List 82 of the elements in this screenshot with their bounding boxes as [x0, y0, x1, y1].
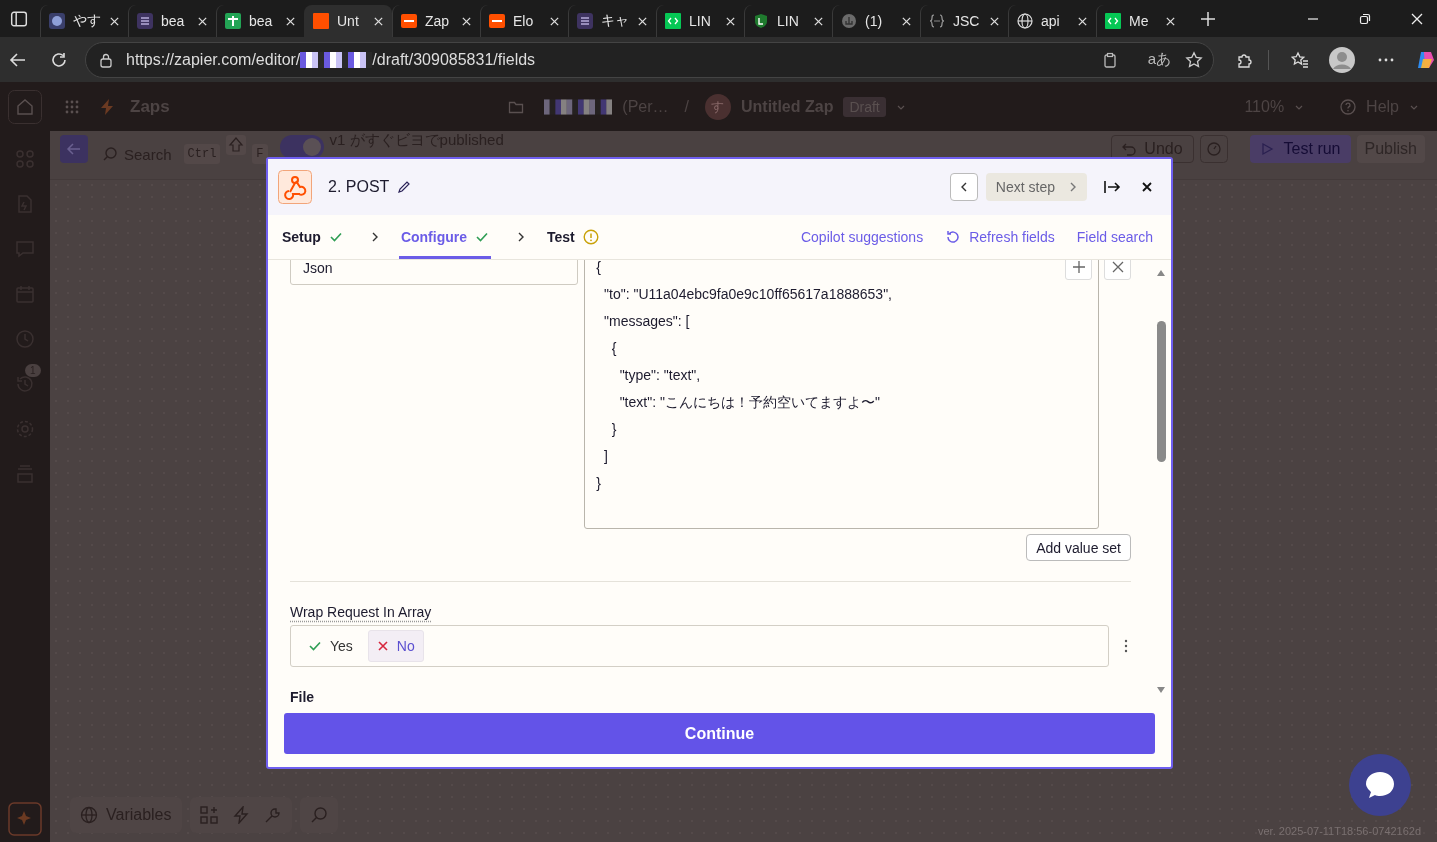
sidebar-toggle-icon[interactable]	[10, 9, 28, 28]
exit-arrow-icon[interactable]	[1103, 178, 1121, 196]
tab-favicon-icon	[489, 13, 505, 29]
shift-key-icon	[226, 135, 247, 155]
redacted-mosaic	[544, 97, 613, 116]
tab-favicon-icon	[1105, 13, 1121, 29]
clipboard-icon[interactable]	[1101, 51, 1118, 68]
tab-favicon-icon	[137, 13, 153, 29]
add-value-set-button[interactable]: Add value set	[1026, 534, 1131, 561]
tab-favicon-icon	[577, 13, 593, 29]
tab-favicon-icon	[313, 13, 329, 29]
tab-favicon-icon	[929, 13, 945, 29]
tab-favicon-icon	[841, 13, 857, 29]
tab-favicon-icon	[225, 13, 241, 29]
browser-tab[interactable]: Unt	[304, 5, 392, 37]
url-text: /draft/309085831/fields	[372, 50, 536, 69]
tab-title: LIN	[777, 13, 800, 29]
tab-title: Unt	[337, 13, 360, 29]
tab-title: bea	[161, 13, 186, 29]
step-tab[interactable]: Test	[545, 215, 601, 259]
back-icon[interactable]	[9, 50, 27, 69]
step-tab[interactable]: Configure	[398, 215, 491, 259]
user-avatar: す	[705, 93, 731, 120]
continue-button[interactable]: Continue	[284, 713, 1155, 754]
more-vertical-icon[interactable]	[1123, 638, 1129, 654]
close-icon	[1110, 260, 1125, 274]
pencil-icon[interactable]	[397, 180, 412, 194]
breadcrumb-separator: /	[684, 97, 689, 116]
play-icon	[1259, 142, 1274, 156]
tab-title: LIN	[689, 13, 712, 29]
toolbar-link[interactable]: Copilot suggestions	[800, 229, 924, 245]
option-button[interactable]: Yes	[299, 630, 362, 662]
profile-avatar-icon[interactable]	[1329, 46, 1355, 73]
check-icon	[308, 639, 322, 653]
tab-title: やす	[73, 12, 101, 30]
webhook-icon	[278, 170, 312, 204]
next-step-button[interactable]: Next step	[985, 173, 1087, 201]
tab-title: Me	[1129, 13, 1150, 29]
tab-favicon-icon	[753, 13, 769, 29]
tab-title: bea	[249, 13, 274, 29]
favorites-icon[interactable]	[1291, 50, 1309, 69]
previous-step-button[interactable]	[949, 173, 978, 201]
tab-favicon-icon	[401, 13, 417, 29]
option-button[interactable]: No	[367, 630, 424, 662]
lock-icon	[98, 51, 114, 68]
tab-title: キャ	[601, 12, 629, 30]
step-title: 2. POST	[328, 178, 390, 196]
undo-icon	[1122, 142, 1137, 156]
new-tab-icon[interactable]	[1200, 10, 1216, 27]
tab-favicon-icon	[49, 13, 65, 29]
bolt-icon	[98, 97, 116, 116]
star-icon[interactable]	[1185, 50, 1203, 69]
url-text: https://zapier.com/editor/	[126, 50, 301, 69]
plus-icon	[1071, 260, 1086, 274]
scroll-down-icon[interactable]	[1156, 685, 1166, 695]
scroll-up-icon[interactable]	[1156, 268, 1166, 278]
publish-toggle[interactable]	[279, 135, 324, 159]
refresh-icon	[945, 229, 962, 245]
step-tab[interactable]: Setup	[280, 215, 345, 259]
tab-favicon-icon	[1017, 13, 1033, 29]
reload-icon[interactable]	[50, 50, 68, 69]
remove-button[interactable]	[1104, 260, 1131, 280]
tab-title: Zap	[425, 13, 451, 29]
globe-icon	[80, 806, 98, 824]
address-bar[interactable]: https://zapier.com/editor/ /draft/309085831/fields aあ	[85, 41, 1214, 78]
field-label: File	[290, 689, 316, 703]
toolbar-link[interactable]: Field search	[1076, 229, 1153, 245]
scrollbar-thumb[interactable]	[1156, 321, 1166, 462]
cross-icon	[376, 640, 389, 652]
tab-title: api	[1041, 13, 1061, 29]
tab-title: JSC	[953, 13, 981, 29]
field-label: Wrap Request In Array	[290, 604, 432, 620]
add-button[interactable]	[1065, 260, 1092, 280]
key-input-field[interactable]: Json	[290, 260, 579, 285]
tab-title: (1)	[865, 13, 884, 29]
translate-icon[interactable]: aあ	[1147, 50, 1171, 69]
search-icon	[102, 146, 118, 162]
toolbar-link[interactable]: Refresh fields	[945, 229, 1055, 245]
restore-icon[interactable]	[1359, 12, 1371, 25]
close-icon[interactable]	[1141, 181, 1153, 193]
tab-favicon-icon	[665, 13, 681, 29]
tab-title: Elo	[513, 13, 535, 29]
